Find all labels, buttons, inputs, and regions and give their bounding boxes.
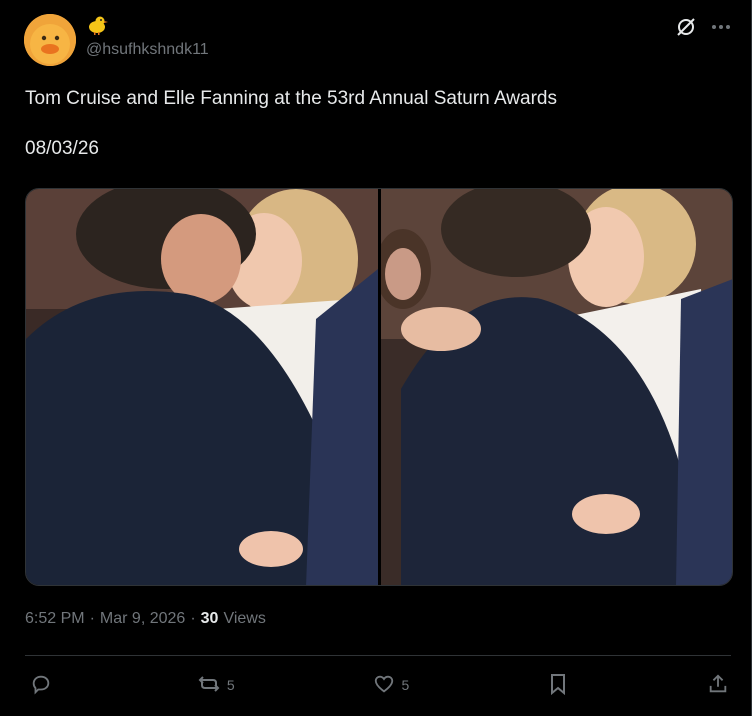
share-icon: [707, 673, 729, 698]
grok-icon[interactable]: [675, 16, 697, 38]
heart-icon: [373, 673, 395, 698]
more-options-icon[interactable]: [711, 24, 731, 30]
like-button[interactable]: 5: [373, 673, 409, 698]
tweet-text: Tom Cruise and Elle Fanning at the 53rd …: [25, 88, 557, 159]
reply-icon: [30, 673, 52, 698]
divider: [25, 655, 731, 656]
meta-separator: ·: [89, 610, 95, 627]
like-count: 5: [401, 677, 410, 693]
tweet-meta: 6:52 PM · Mar 9, 2026 · 30 Views: [25, 610, 266, 628]
views-label: Views: [223, 610, 266, 627]
tweet-container: @hsufhkshndk11 Tom Cruise and Elle Fanni…: [0, 0, 752, 716]
share-button[interactable]: [707, 673, 729, 698]
bookmark-icon: [548, 673, 568, 698]
tweet-time[interactable]: 6:52 PM: [25, 610, 85, 628]
media-gallery: [25, 188, 733, 586]
chick-emoji-icon: [86, 14, 108, 41]
photo-left[interactable]: [26, 189, 378, 585]
photo-right[interactable]: [380, 189, 732, 585]
avatar[interactable]: [24, 14, 76, 66]
author-handle[interactable]: @hsufhkshndk11: [86, 41, 209, 59]
tweet-top-actions: [675, 16, 731, 38]
action-bar: 5 5: [30, 670, 729, 700]
meta-separator: ·: [190, 610, 196, 627]
display-name[interactable]: [86, 16, 108, 38]
reply-button[interactable]: [30, 673, 58, 698]
tweet-date[interactable]: Mar 9, 2026: [100, 610, 185, 628]
repost-button[interactable]: 5: [197, 673, 235, 698]
repost-icon: [197, 673, 221, 698]
repost-count: 5: [226, 677, 235, 693]
bookmark-button[interactable]: [548, 673, 568, 698]
views-count: 30: [200, 610, 219, 627]
